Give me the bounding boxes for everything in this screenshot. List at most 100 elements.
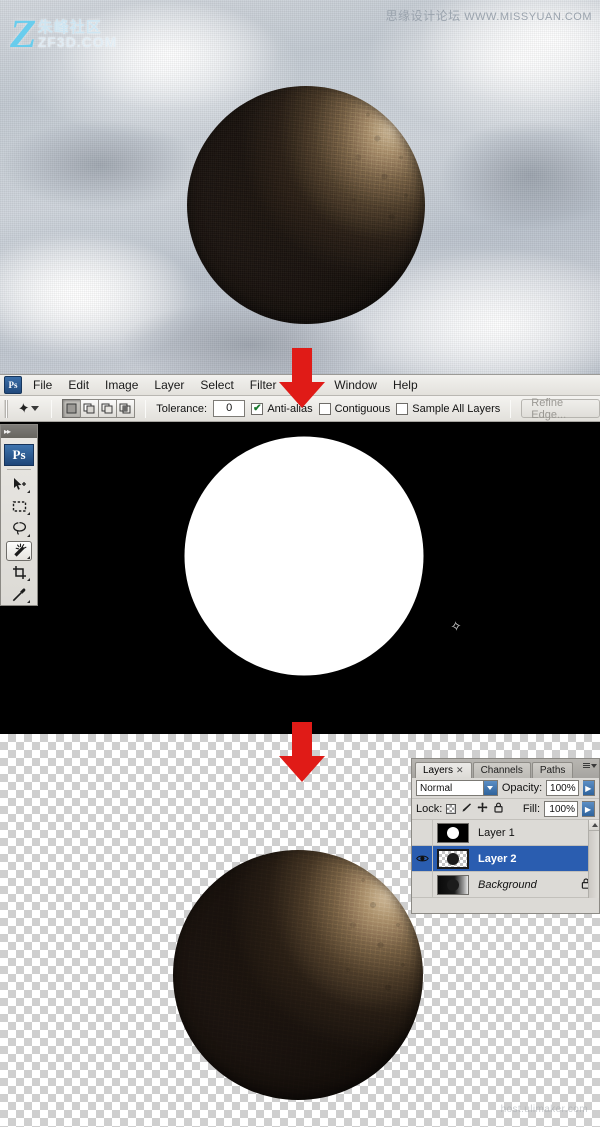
sample-all-layers-checkbox-group[interactable]: Sample All Layers [396, 402, 500, 415]
tab-channels-label: Channels [480, 765, 523, 776]
eye-icon [416, 855, 429, 862]
refine-edge-button[interactable]: Refine Edge... [521, 397, 600, 421]
extracted-sphere-object [173, 850, 423, 1100]
panel-menu-button[interactable] [583, 763, 597, 768]
menu-item-help[interactable]: Help [385, 376, 426, 394]
tutorial-screenshot: Z 朱峰社区 ZF3D.COM 思缘设计论坛 WWW.MISSYUAN.COM … [0, 0, 600, 1127]
menu-item-select[interactable]: Select [192, 376, 241, 394]
magic-wand-icon: ✦ [16, 399, 31, 417]
antialias-checkbox[interactable]: ✔ [251, 402, 264, 415]
layer-thumbnail-content [447, 826, 459, 839]
contiguous-checkbox-group[interactable]: Contiguous [318, 402, 391, 415]
opacity-input[interactable]: 100% [546, 780, 579, 796]
layer-row-background[interactable]: Background [412, 872, 599, 898]
layer-row-layer-2[interactable]: Layer 2 [412, 846, 599, 872]
lock-image-pixels-icon[interactable] [461, 802, 472, 816]
crop-tool-button[interactable] [6, 563, 32, 583]
current-tool-preset-picker[interactable]: ✦ [16, 399, 42, 417]
tool-flyout-indicator [27, 600, 30, 604]
menu-item-file[interactable]: File [25, 376, 60, 394]
layer-visibility-toggle[interactable] [413, 846, 433, 871]
tab-channels[interactable]: Channels [472, 762, 531, 778]
opacity-stepper-icon[interactable]: ▶ [582, 780, 595, 796]
menu-item-image[interactable]: Image [97, 376, 146, 394]
tools-panel: ▸▸ Ps [0, 424, 38, 606]
layer-name-label: Background [478, 878, 537, 891]
chevron-down-icon[interactable] [482, 781, 497, 795]
tolerance-label: Tolerance: [156, 402, 208, 415]
fill-stepper-icon[interactable]: ▶ [582, 801, 595, 817]
contiguous-label: Contiguous [334, 402, 391, 415]
lock-label: Lock: [416, 803, 443, 815]
tab-paths-label: Paths [539, 765, 566, 776]
layers-panel: Layers ✕ Channels Paths Normal Opacity: … [411, 758, 600, 914]
selection-mode-group [62, 399, 136, 418]
lock-transparent-pixels-icon[interactable] [446, 804, 457, 814]
move-tool-icon [13, 478, 26, 490]
layer-name-label: Layer 2 [478, 852, 517, 865]
tool-flyout-indicator [27, 533, 30, 537]
lock-all-icon[interactable] [493, 802, 504, 816]
photoshop-app-icon[interactable]: Ps [4, 376, 22, 394]
add-to-selection-icon [83, 403, 95, 414]
tolerance-input[interactable]: 0 [213, 400, 246, 417]
blend-and-opacity-row: Normal Opacity: 100% ▶ [412, 778, 599, 799]
menu-item-edit[interactable]: Edit [60, 376, 97, 394]
blend-mode-value: Normal [420, 782, 453, 794]
magic-wand-tool-icon [14, 543, 27, 557]
layer-thumbnail-content [438, 875, 468, 894]
photo-grain-overlay [0, 0, 600, 374]
tab-layers-label: Layers [423, 765, 454, 776]
sphere-crater-layer [173, 850, 423, 1100]
menu-item-window[interactable]: Window [326, 376, 385, 394]
layer-visibility-toggle[interactable] [413, 820, 433, 845]
subtract-from-selection-button[interactable] [98, 399, 118, 418]
tab-paths[interactable]: Paths [531, 762, 574, 778]
eyedropper-tool-button[interactable] [6, 585, 32, 605]
magic-wand-cursor: ✧ [448, 617, 464, 635]
chevron-down-icon [31, 406, 40, 411]
lock-and-fill-row: Lock: Fill: 100% ▶ [412, 799, 599, 820]
tools-panel-collapse-button[interactable]: ▸▸ [1, 425, 37, 438]
move-tool-button[interactable] [6, 474, 32, 494]
layer-visibility-toggle[interactable] [413, 872, 433, 897]
rectangular-marquee-tool-button[interactable] [6, 497, 32, 517]
red-down-arrow-to-result [279, 722, 325, 784]
layer-thumbnail-content [439, 850, 467, 867]
close-icon[interactable]: ✕ [456, 765, 464, 776]
tool-flyout-indicator [27, 577, 30, 581]
marquee-tool-icon [12, 500, 26, 512]
magic-wand-tool-button[interactable] [6, 540, 32, 561]
arrow-head [279, 756, 325, 782]
eyedropper-tool-icon [12, 588, 25, 602]
layer-thumbnail[interactable] [437, 874, 469, 895]
lasso-tool-button[interactable] [6, 519, 32, 539]
tab-layers[interactable]: Layers ✕ [415, 762, 472, 778]
arrow-shaft [292, 348, 312, 384]
layer-row-layer-1[interactable]: Layer 1 [412, 820, 599, 846]
panel-tab-bar: Layers ✕ Channels Paths [412, 759, 599, 778]
options-bar-grip[interactable] [4, 399, 8, 418]
divider [7, 468, 31, 470]
layer-thumbnail[interactable] [437, 822, 469, 843]
add-to-selection-button[interactable] [80, 399, 100, 418]
lock-tool-group [446, 802, 504, 816]
scroll-up-button[interactable] [589, 820, 599, 831]
watermark-bottom-right: host.ulimaker.com [500, 1104, 588, 1115]
layers-panel-scrollbar[interactable] [588, 820, 599, 898]
layer-thumbnail[interactable] [437, 848, 469, 869]
selection-mask-circle [185, 437, 423, 675]
lock-position-icon[interactable] [477, 802, 488, 816]
layer-name-label: Layer 1 [478, 826, 515, 839]
intersect-with-selection-button[interactable] [116, 399, 136, 418]
new-selection-button[interactable] [62, 399, 82, 418]
layers-list: Layer 1 Layer 2 Background [412, 820, 599, 898]
chevron-down-icon [591, 763, 597, 768]
menu-item-layer[interactable]: Layer [146, 376, 192, 394]
sample-all-layers-checkbox[interactable] [396, 402, 409, 415]
divider [510, 399, 512, 418]
fill-input[interactable]: 100% [544, 801, 578, 817]
new-selection-icon [66, 403, 77, 414]
blend-mode-select[interactable]: Normal [416, 780, 498, 796]
divider [51, 399, 53, 418]
